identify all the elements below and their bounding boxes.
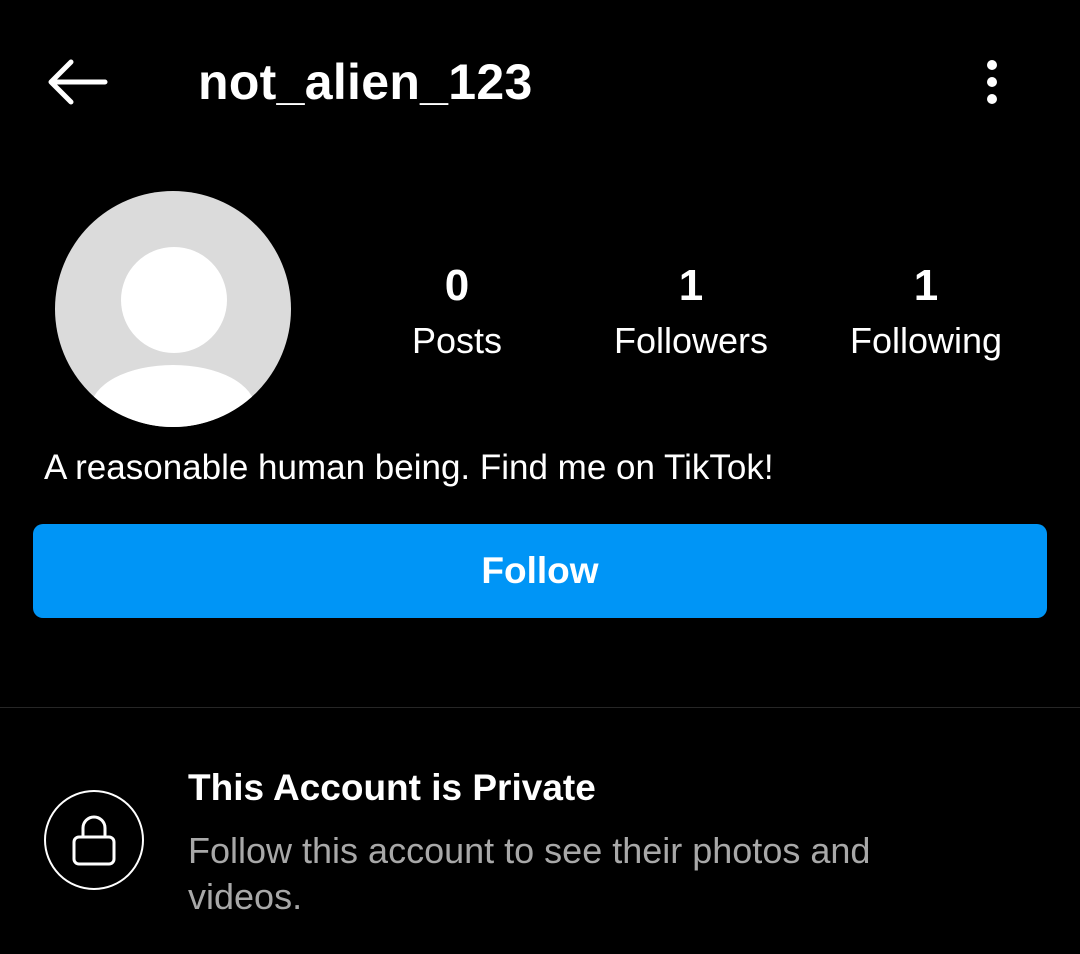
follow-button[interactable]: Follow	[33, 524, 1047, 618]
private-account-title: This Account is Private	[188, 767, 596, 808]
profile-header: not_alien_123	[0, 0, 1080, 165]
stat-following[interactable]: 1 Following	[826, 258, 1026, 364]
profile-username: not_alien_123	[198, 54, 533, 110]
profile-avatar[interactable]	[55, 191, 291, 427]
following-label: Following	[849, 320, 1003, 361]
private-lock-badge	[44, 790, 144, 890]
posts-count: 0	[444, 261, 470, 310]
stat-followers[interactable]: 1 Followers	[591, 258, 791, 364]
followers-count: 1	[678, 261, 704, 310]
arrow-left-icon	[48, 59, 108, 105]
posts-label: Posts	[411, 320, 503, 361]
followers-label: Followers	[613, 320, 769, 361]
lock-icon	[72, 815, 116, 866]
more-options-button[interactable]	[968, 52, 1016, 112]
following-count: 1	[913, 261, 939, 310]
default-avatar-body	[91, 365, 255, 427]
section-divider	[0, 707, 1080, 708]
stat-posts: 0 Posts	[357, 258, 557, 364]
default-avatar-head	[121, 247, 227, 353]
private-account-subtitle: Follow this account to see their photos …	[188, 830, 871, 917]
profile-bio: A reasonable human being. Find me on Tik…	[44, 448, 774, 487]
back-button[interactable]	[40, 50, 114, 114]
vertical-dots-icon	[987, 60, 997, 104]
